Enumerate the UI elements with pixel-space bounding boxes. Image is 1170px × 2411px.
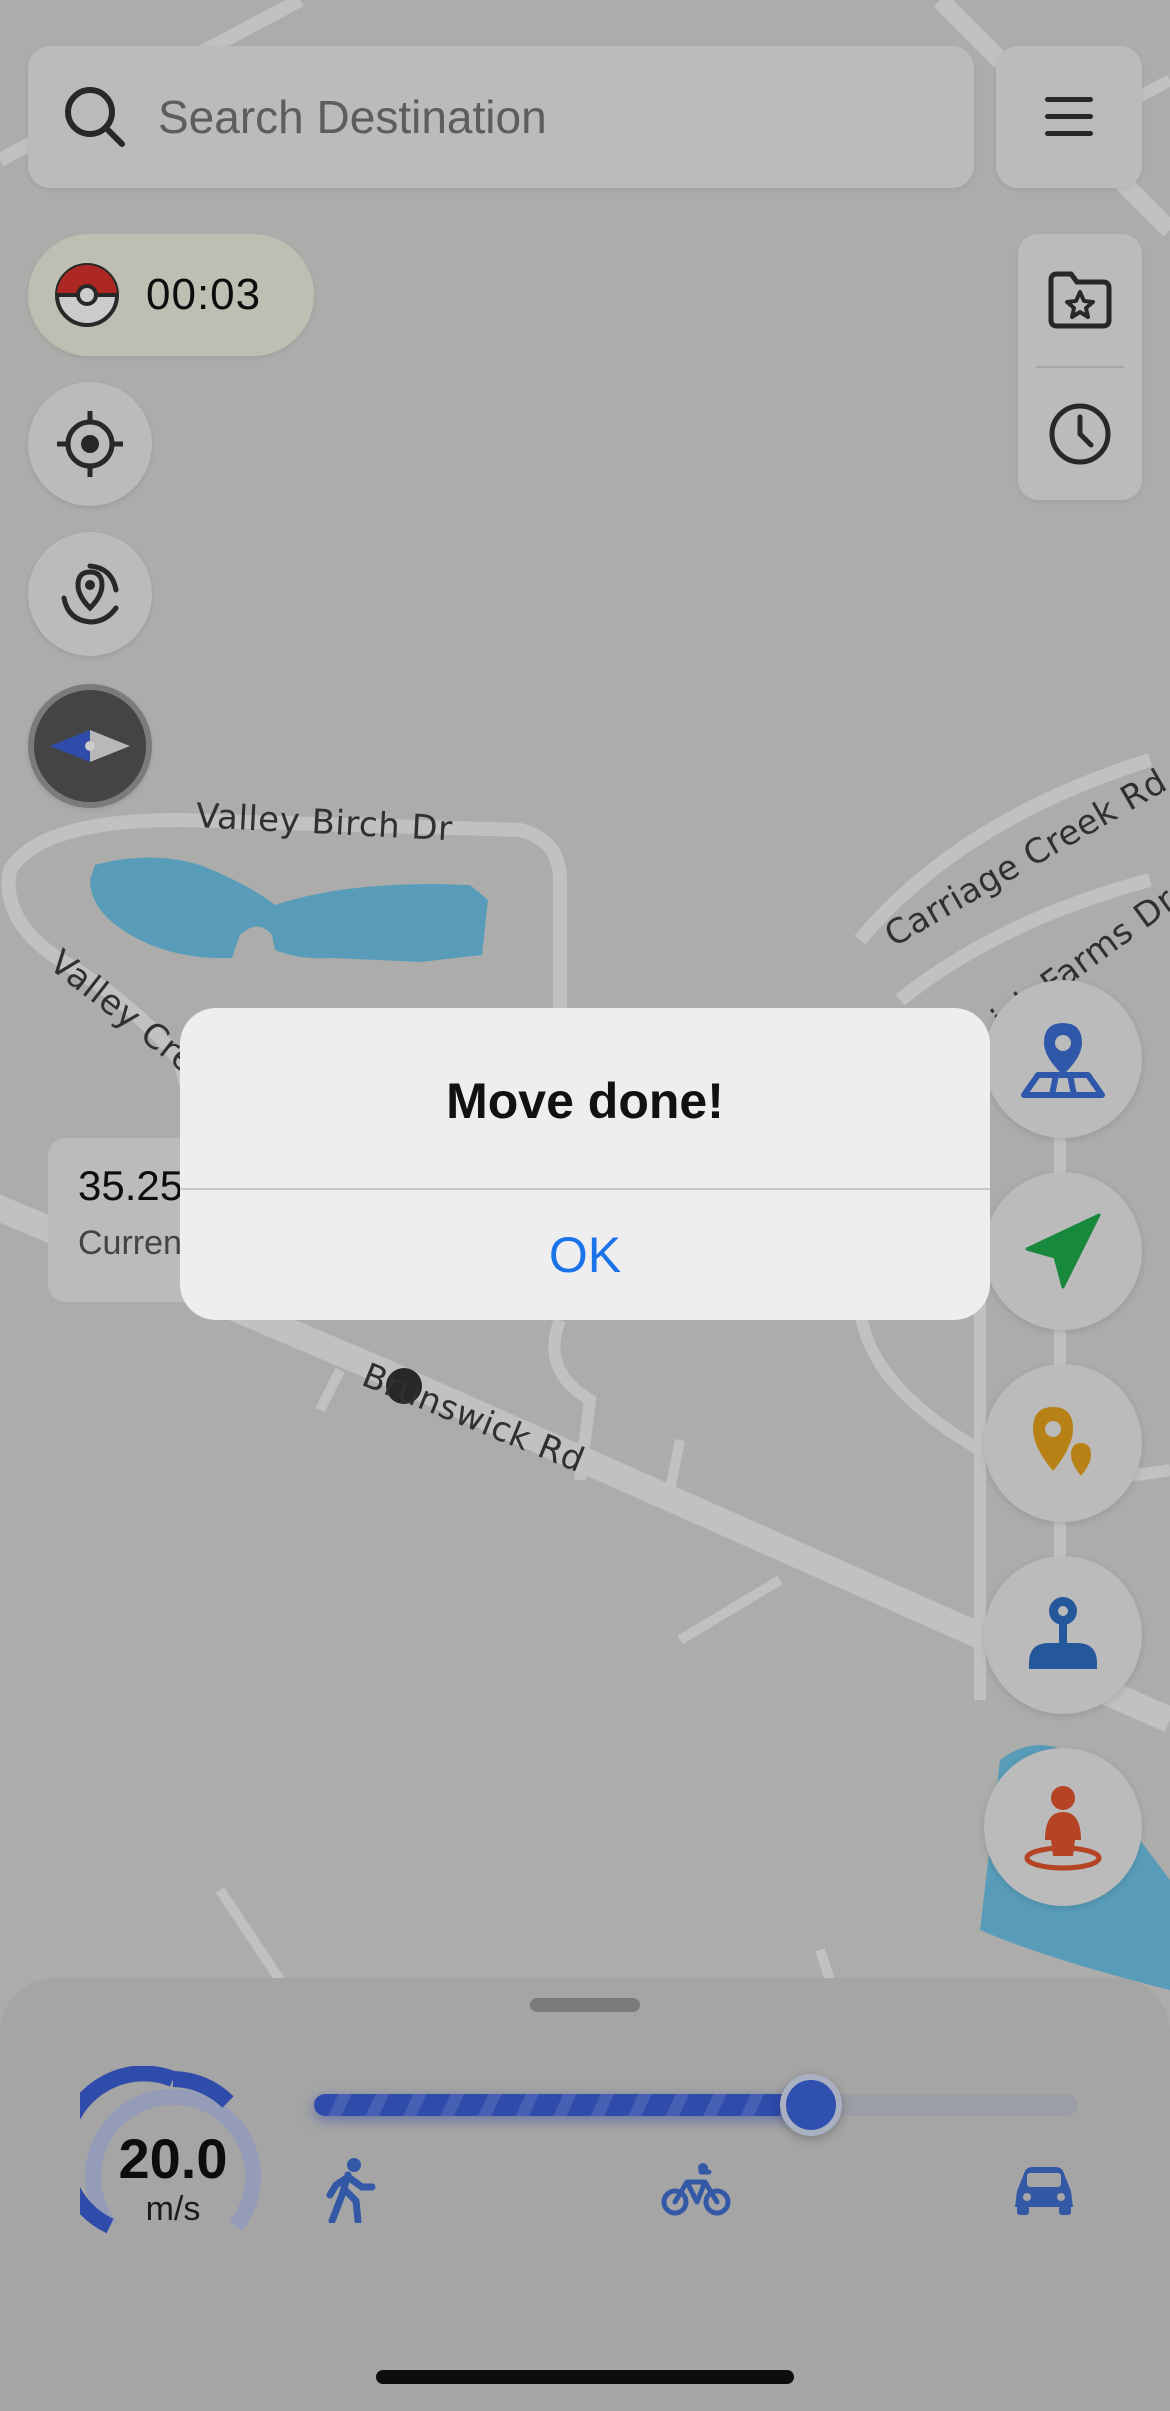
alert-ok-button[interactable]: OK [180, 1190, 990, 1320]
alert-dialog: Move done! OK [180, 1008, 990, 1320]
app-screen: Valley Birch Dr Valley Creek Dr Carriage… [0, 0, 1170, 2411]
alert-title: Move done! [446, 1073, 724, 1129]
